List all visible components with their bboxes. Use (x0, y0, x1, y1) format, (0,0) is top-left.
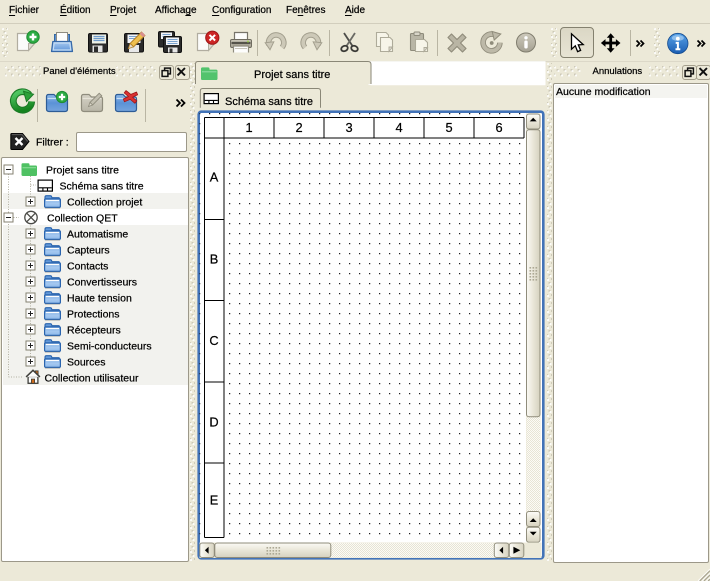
svg-text:Haute tension: Haute tension (67, 293, 132, 305)
svg-text:Convertisseurs: Convertisseurs (67, 277, 137, 289)
svg-text:Récepteurs: Récepteurs (67, 325, 121, 337)
svg-text:Semi-conducteurs: Semi-conducteurs (67, 341, 152, 353)
svg-text:Capteurs: Capteurs (67, 245, 110, 257)
svg-text:D: D (209, 415, 218, 430)
svg-text:Contacts: Contacts (67, 261, 108, 273)
svg-text:Filtrer :: Filtrer : (36, 137, 69, 149)
svg-text:Schéma sans titre: Schéma sans titre (60, 181, 144, 193)
svg-text:Collection QET: Collection QET (47, 213, 118, 225)
svg-text:Projet sans titre: Projet sans titre (254, 69, 330, 81)
svg-text:3: 3 (345, 120, 352, 135)
svg-text:6: 6 (495, 120, 502, 135)
svg-text:C: C (209, 333, 218, 348)
svg-text:Sources: Sources (67, 357, 106, 369)
svg-text:A: A (210, 170, 219, 185)
svg-text:Collection utilisateur: Collection utilisateur (45, 373, 139, 385)
svg-text:Schéma sans titre: Schéma sans titre (225, 96, 313, 108)
svg-text:2: 2 (295, 120, 302, 135)
svg-text:Collection projet: Collection projet (67, 197, 142, 209)
svg-text:B: B (210, 252, 219, 267)
svg-text:Automatisme: Automatisme (67, 229, 128, 241)
svg-text:E: E (210, 492, 219, 507)
svg-text:4: 4 (395, 120, 402, 135)
svg-text:Projet sans titre: Projet sans titre (46, 165, 119, 177)
svg-text:Protections: Protections (67, 309, 120, 321)
svg-text:5: 5 (445, 120, 452, 135)
svg-text:1: 1 (245, 120, 252, 135)
